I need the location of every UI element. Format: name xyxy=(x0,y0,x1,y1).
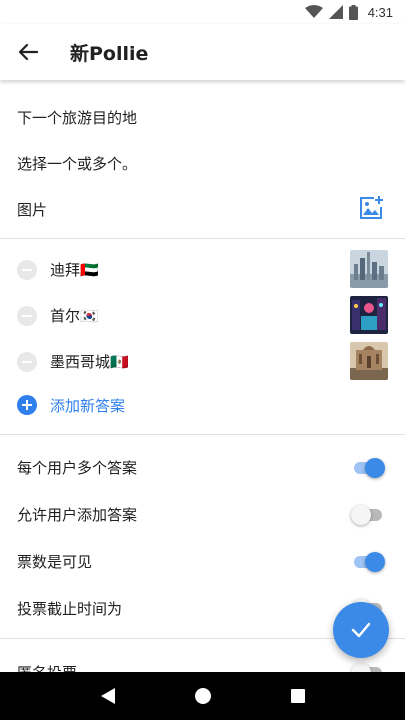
setting-label: 投票截止时间为 xyxy=(17,600,123,618)
answer-row: 迪拜🇦🇪 xyxy=(0,247,405,293)
question-field[interactable]: 下一个旅游目的地 xyxy=(17,107,137,128)
plus-circle-icon xyxy=(17,395,37,415)
setting-label: 允许用户添加答案 xyxy=(17,506,138,524)
back-arrow-icon xyxy=(18,43,38,61)
setting-votes-visible: 票数是可见 xyxy=(0,538,405,584)
confirm-fab-button[interactable] xyxy=(333,602,389,658)
answer-row: 墨西哥城🇲🇽 xyxy=(0,339,405,385)
poll-editor: 下一个旅游目的地 选择一个或多个。 图片 迪拜🇦🇪 首尔🇰🇷 墨西哥城🇲🇽 添加… xyxy=(0,80,405,672)
system-nav-bar xyxy=(0,672,405,720)
check-icon xyxy=(351,622,371,638)
status-bar: 4:31 xyxy=(0,0,405,24)
allow-user-answers-toggle[interactable] xyxy=(351,505,385,525)
back-triangle-icon xyxy=(100,688,115,704)
answer-label[interactable]: 迪拜🇦🇪 xyxy=(50,259,99,280)
nav-recents-button[interactable] xyxy=(274,672,322,720)
setting-label: 票数是可见 xyxy=(17,553,93,571)
page-title: 新Pollie xyxy=(70,42,149,65)
home-circle-icon xyxy=(194,688,211,704)
recents-square-icon xyxy=(290,689,305,703)
answer-image-mexico-city[interactable] xyxy=(350,342,388,380)
answer-label[interactable]: 墨西哥城🇲🇽 xyxy=(50,351,129,372)
answer-row: 首尔🇰🇷 xyxy=(0,293,405,339)
answer-image-dubai[interactable] xyxy=(350,250,388,288)
setting-label: 每个用户多个答案 xyxy=(17,459,138,477)
battery-icon xyxy=(348,4,358,20)
setting-allow-user-answers: 允许用户添加答案 xyxy=(0,491,405,537)
nav-back-button[interactable] xyxy=(84,672,132,720)
remove-answer-button[interactable] xyxy=(17,352,37,372)
signal-icon xyxy=(328,5,343,19)
anonymous-toggle[interactable] xyxy=(351,663,385,672)
answer-label[interactable]: 首尔🇰🇷 xyxy=(50,305,99,326)
setting-multiple-answers: 每个用户多个答案 xyxy=(0,444,405,490)
answer-image-seoul[interactable] xyxy=(350,296,388,334)
multiple-answers-toggle[interactable] xyxy=(351,458,385,478)
divider xyxy=(0,434,405,435)
remove-answer-button[interactable] xyxy=(17,260,37,280)
nav-home-button[interactable] xyxy=(179,672,227,720)
wifi-icon xyxy=(304,5,323,18)
status-time: 4:31 xyxy=(367,4,393,20)
hint-text: 选择一个或多个。 xyxy=(17,155,138,173)
add-answer-button[interactable]: 添加新答案 xyxy=(0,385,300,425)
app-bar: 新Pollie xyxy=(0,24,405,80)
back-button[interactable] xyxy=(0,24,56,80)
add-image-icon xyxy=(360,196,383,219)
divider xyxy=(0,238,405,239)
remove-answer-button[interactable] xyxy=(17,306,37,326)
add-answer-label: 添加新答案 xyxy=(50,397,126,415)
setting-label: 匿名投票 xyxy=(17,662,77,672)
votes-visible-toggle[interactable] xyxy=(351,552,385,572)
image-label: 图片 xyxy=(17,201,48,219)
add-image-button[interactable] xyxy=(357,194,385,222)
